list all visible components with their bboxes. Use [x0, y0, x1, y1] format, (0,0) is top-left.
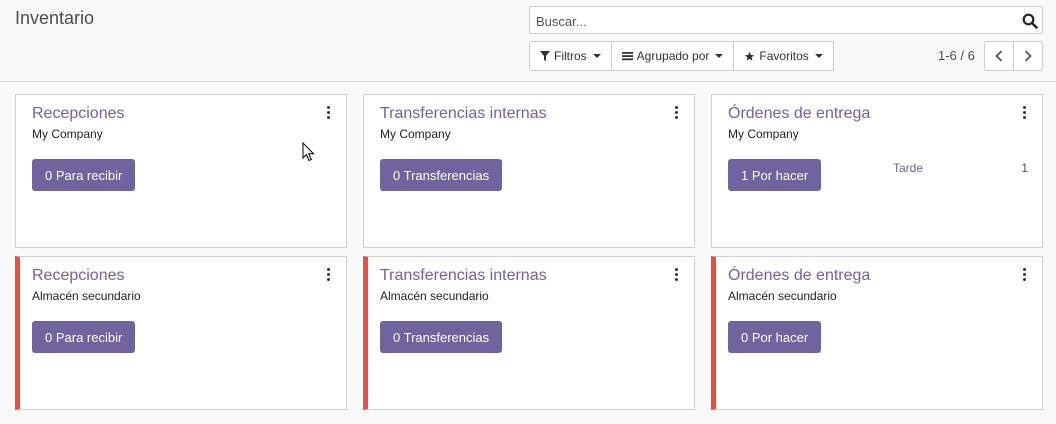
card-action-button[interactable]: 0 Transferencias: [380, 321, 503, 353]
favorites-button[interactable]: Favoritos: [734, 42, 832, 70]
card-action-button[interactable]: 0 Para recibir: [32, 321, 136, 353]
search-options: Filtros Agrupado por Favoritos: [529, 41, 834, 71]
kebab-icon[interactable]: [322, 105, 334, 119]
card-title[interactable]: Órdenes de entrega: [728, 267, 870, 285]
pager-next-button[interactable]: [1014, 42, 1042, 70]
page-title: Inventario: [15, 8, 95, 28]
kebab-icon[interactable]: [670, 105, 682, 119]
caret-down-icon: [715, 54, 724, 58]
card-title[interactable]: Órdenes de entrega: [728, 105, 870, 123]
card-subtitle: Almacén secundario: [728, 289, 837, 303]
card-action-button[interactable]: 1 Por hacer: [728, 159, 822, 191]
card-action-button[interactable]: 0 Para recibir: [32, 159, 136, 191]
card-title[interactable]: Recepciones: [32, 267, 125, 285]
pager-buttons: [984, 41, 1043, 71]
control-panel: Inventario Filtros Agrupado por: [0, 0, 1056, 82]
chevron-left-icon: [995, 50, 1003, 62]
caret-down-icon: [814, 54, 823, 58]
filter-icon: [540, 51, 550, 61]
group-by-label: Agrupado por: [636, 49, 710, 63]
search-bar[interactable]: [529, 6, 1043, 34]
card-title[interactable]: Transferencias internas: [380, 105, 547, 123]
card-title[interactable]: Recepciones: [32, 105, 125, 123]
card-action-button[interactable]: 0 Por hacer: [728, 321, 822, 353]
pager-previous-button[interactable]: [985, 42, 1014, 70]
favorites-label: Favoritos: [759, 49, 809, 63]
kanban-card: Órdenes de entrega Almacén secundario 0 …: [711, 256, 1043, 410]
kanban-card: Recepciones Almacén secundario 0 Para re…: [15, 256, 347, 410]
chevron-right-icon: [1024, 50, 1032, 62]
filters-button[interactable]: Filtros: [530, 42, 612, 70]
late-count: 1: [1021, 161, 1028, 175]
search-icon[interactable]: [1022, 13, 1038, 29]
pager-value[interactable]: 1-6 / 6: [938, 48, 975, 63]
card-title[interactable]: Transferencias internas: [380, 267, 547, 285]
card-action-button[interactable]: 0 Transferencias: [380, 159, 503, 191]
kanban-card: Transferencias internas My Company 0 Tra…: [363, 94, 695, 248]
kebab-icon[interactable]: [1018, 105, 1030, 119]
kanban-card: Transferencias internas Almacén secundar…: [363, 256, 695, 410]
search-input[interactable]: [536, 12, 1006, 30]
card-subtitle: Almacén secundario: [380, 289, 489, 303]
star-icon: [745, 51, 755, 61]
kebab-icon[interactable]: [322, 267, 334, 281]
mouse-cursor-icon: [302, 142, 315, 162]
late-link[interactable]: Tarde: [893, 161, 923, 175]
kebab-icon[interactable]: [1018, 267, 1030, 281]
card-subtitle: My Company: [32, 127, 103, 141]
caret-down-icon: [592, 54, 601, 58]
kebab-icon[interactable]: [670, 267, 682, 281]
bars-icon: [621, 52, 633, 61]
kanban-card: Órdenes de entrega My Company 1 Por hace…: [711, 94, 1043, 248]
card-subtitle: Almacén secundario: [32, 289, 141, 303]
group-by-button[interactable]: Agrupado por: [612, 42, 735, 70]
card-subtitle: My Company: [728, 127, 799, 141]
filters-label: Filtros: [554, 49, 587, 63]
kanban-card: Recepciones My Company 0 Para recibir: [15, 94, 347, 248]
card-subtitle: My Company: [380, 127, 451, 141]
